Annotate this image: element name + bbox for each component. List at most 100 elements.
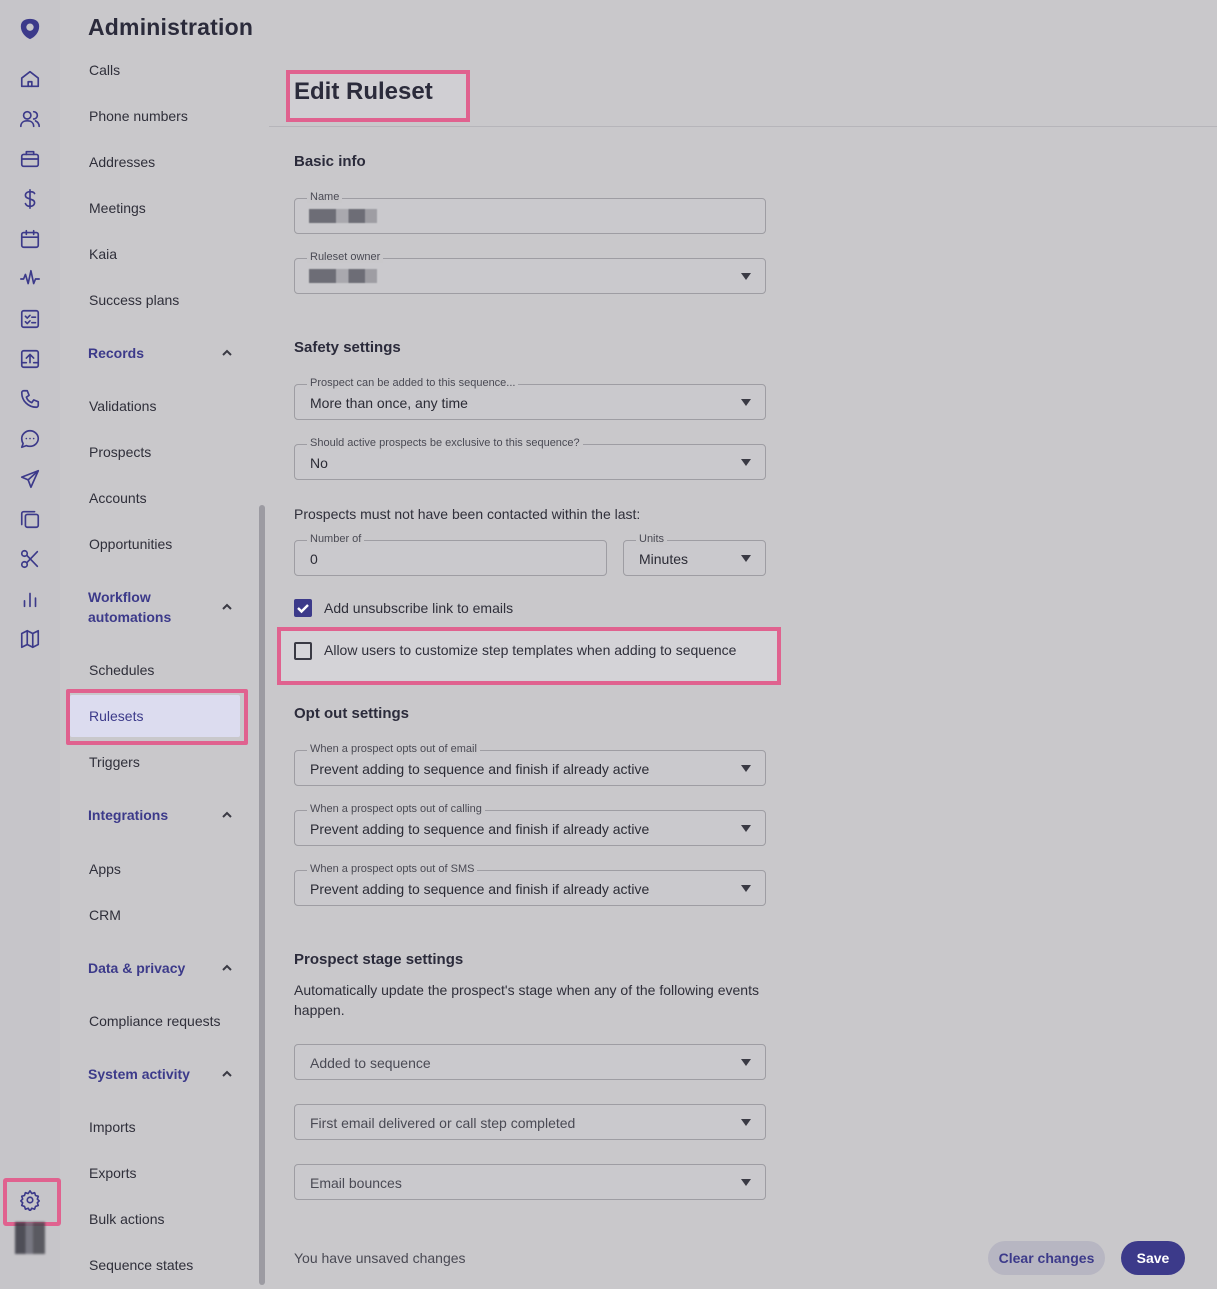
dropdown-caret-icon: [741, 1059, 751, 1066]
units-value: Minutes: [639, 551, 689, 567]
optout-sms-label: When a prospect opts out of SMS: [307, 863, 478, 875]
chat-icon[interactable]: [18, 427, 42, 451]
nav-item-phone-numbers[interactable]: Phone numbers: [89, 108, 188, 124]
ruleset-owner-select[interactable]: Ruleset owner: [294, 251, 766, 294]
nav-section-workflow-line2[interactable]: automations: [88, 607, 171, 627]
save-button[interactable]: Save: [1121, 1241, 1185, 1275]
units-select[interactable]: Units Minutes: [623, 533, 766, 576]
admin-title: Administration: [88, 14, 254, 40]
name-label: Name: [307, 191, 343, 203]
dollar-icon[interactable]: [18, 187, 42, 211]
logo-icon[interactable]: [18, 17, 42, 41]
admin-nav: Calls Phone numbers Addresses Meetings K…: [60, 55, 256, 1289]
nav-scrollbar[interactable]: [259, 505, 265, 1285]
safety-settings-heading: Safety settings: [294, 339, 401, 356]
chevron-up-icon[interactable]: [220, 961, 234, 975]
contacted-text: Prospects must not have been contacted w…: [294, 506, 641, 522]
nav-item-compliance-requests[interactable]: Compliance requests: [89, 1013, 221, 1029]
nav-item-success-plans[interactable]: Success plans: [89, 292, 179, 308]
optout-sms-select[interactable]: When a prospect opts out of SMS Prevent …: [294, 863, 766, 906]
dropdown-caret-icon: [741, 273, 751, 280]
scissors-icon[interactable]: [18, 547, 42, 571]
number-of-input[interactable]: Number of 0: [294, 533, 607, 576]
number-value: 0: [310, 551, 318, 567]
bar-chart-icon[interactable]: [18, 587, 42, 611]
nav-item-validations[interactable]: Validations: [89, 398, 156, 414]
owner-label: Ruleset owner: [307, 251, 384, 263]
nav-item-crm[interactable]: CRM: [89, 907, 121, 923]
upload-icon[interactable]: [18, 347, 42, 371]
nav-section-records[interactable]: Records: [88, 343, 144, 363]
copy-icon[interactable]: [18, 507, 42, 531]
dropdown-caret-icon: [741, 885, 751, 892]
phone-icon[interactable]: [18, 387, 42, 411]
nav-section-data-privacy[interactable]: Data & privacy: [88, 958, 185, 978]
optout-calling-select[interactable]: When a prospect opts out of calling Prev…: [294, 803, 766, 846]
nav-item-accounts[interactable]: Accounts: [89, 490, 147, 506]
send-icon[interactable]: [18, 467, 42, 491]
nav-item-meetings[interactable]: Meetings: [89, 200, 146, 216]
nav-item-sequence-states[interactable]: Sequence states: [89, 1257, 193, 1273]
nav-item-imports[interactable]: Imports: [89, 1119, 136, 1135]
customize-templates-label: Allow users to customize step templates …: [324, 642, 737, 658]
home-icon[interactable]: [18, 67, 42, 91]
dropdown-caret-icon: [741, 459, 751, 466]
nav-item-apps[interactable]: Apps: [89, 861, 121, 877]
nav-item-bulk-actions[interactable]: Bulk actions: [89, 1211, 164, 1227]
briefcase-icon[interactable]: [18, 147, 42, 171]
avatar[interactable]: [15, 1222, 45, 1254]
nav-item-rulesets[interactable]: Rulesets: [89, 708, 143, 724]
nav-item-kaia[interactable]: Kaia: [89, 246, 117, 262]
number-label: Number of: [307, 533, 365, 545]
nav-section-system-activity[interactable]: System activity: [88, 1064, 190, 1084]
opt-out-heading: Opt out settings: [294, 705, 409, 722]
page-title: Edit Ruleset: [294, 78, 433, 105]
added-label: Prospect can be added to this sequence..…: [307, 377, 519, 389]
unsubscribe-label: Add unsubscribe link to emails: [324, 600, 514, 616]
waveform-icon[interactable]: [18, 267, 42, 291]
clear-changes-button[interactable]: Clear changes: [988, 1241, 1105, 1275]
nav-section-workflow-line1[interactable]: Workflow: [88, 587, 151, 607]
nav-item-schedules[interactable]: Schedules: [89, 662, 154, 678]
stage-description-line2: happen.: [294, 1002, 345, 1018]
users-icon[interactable]: [18, 107, 42, 131]
customize-templates-checkbox[interactable]: [294, 642, 312, 660]
map-icon[interactable]: [18, 627, 42, 651]
page-header: Edit Ruleset: [269, 57, 1217, 127]
dropdown-caret-icon: [741, 825, 751, 832]
nav-item-exports[interactable]: Exports: [89, 1165, 136, 1181]
optout-email-value: Prevent adding to sequence and finish if…: [310, 761, 650, 777]
gear-icon[interactable]: [18, 1188, 42, 1212]
stage-event-bounces: Email bounces: [310, 1175, 402, 1191]
nav-item-triggers[interactable]: Triggers: [89, 754, 140, 770]
calendar-icon[interactable]: [18, 227, 42, 251]
chevron-up-icon[interactable]: [220, 600, 234, 614]
optout-email-select[interactable]: When a prospect opts out of email Preven…: [294, 743, 766, 786]
exclusive-value: No: [310, 455, 328, 471]
exclusive-label: Should active prospects be exclusive to …: [307, 437, 583, 449]
unsubscribe-checkbox[interactable]: [294, 599, 312, 617]
basic-info-heading: Basic info: [294, 153, 366, 170]
nav-section-integrations[interactable]: Integrations: [88, 805, 168, 825]
added-value: More than once, any time: [310, 395, 468, 411]
dropdown-caret-icon: [741, 1119, 751, 1126]
stage-event-added-select[interactable]: Added to sequence: [294, 1044, 766, 1080]
chevron-up-icon[interactable]: [220, 1067, 234, 1081]
stage-event-bounces-select[interactable]: Email bounces: [294, 1164, 766, 1200]
stage-event-first-email-select[interactable]: First email delivered or call step compl…: [294, 1104, 766, 1140]
chevron-up-icon[interactable]: [220, 346, 234, 360]
added-to-sequence-select[interactable]: Prospect can be added to this sequence..…: [294, 377, 766, 420]
nav-item-addresses[interactable]: Addresses: [89, 154, 155, 170]
dropdown-caret-icon: [741, 555, 751, 562]
optout-email-label: When a prospect opts out of email: [307, 743, 480, 755]
nav-item-calls[interactable]: Calls: [89, 62, 120, 78]
exclusive-select[interactable]: Should active prospects be exclusive to …: [294, 437, 766, 480]
nav-item-opportunities[interactable]: Opportunities: [89, 536, 172, 552]
checklist-icon[interactable]: [18, 307, 42, 331]
redacted-value: [309, 269, 377, 283]
optout-sms-value: Prevent adding to sequence and finish if…: [310, 881, 650, 897]
nav-item-prospects[interactable]: Prospects: [89, 444, 151, 460]
redacted-value: [309, 209, 377, 223]
name-field[interactable]: Name: [294, 191, 766, 234]
chevron-up-icon[interactable]: [220, 808, 234, 822]
